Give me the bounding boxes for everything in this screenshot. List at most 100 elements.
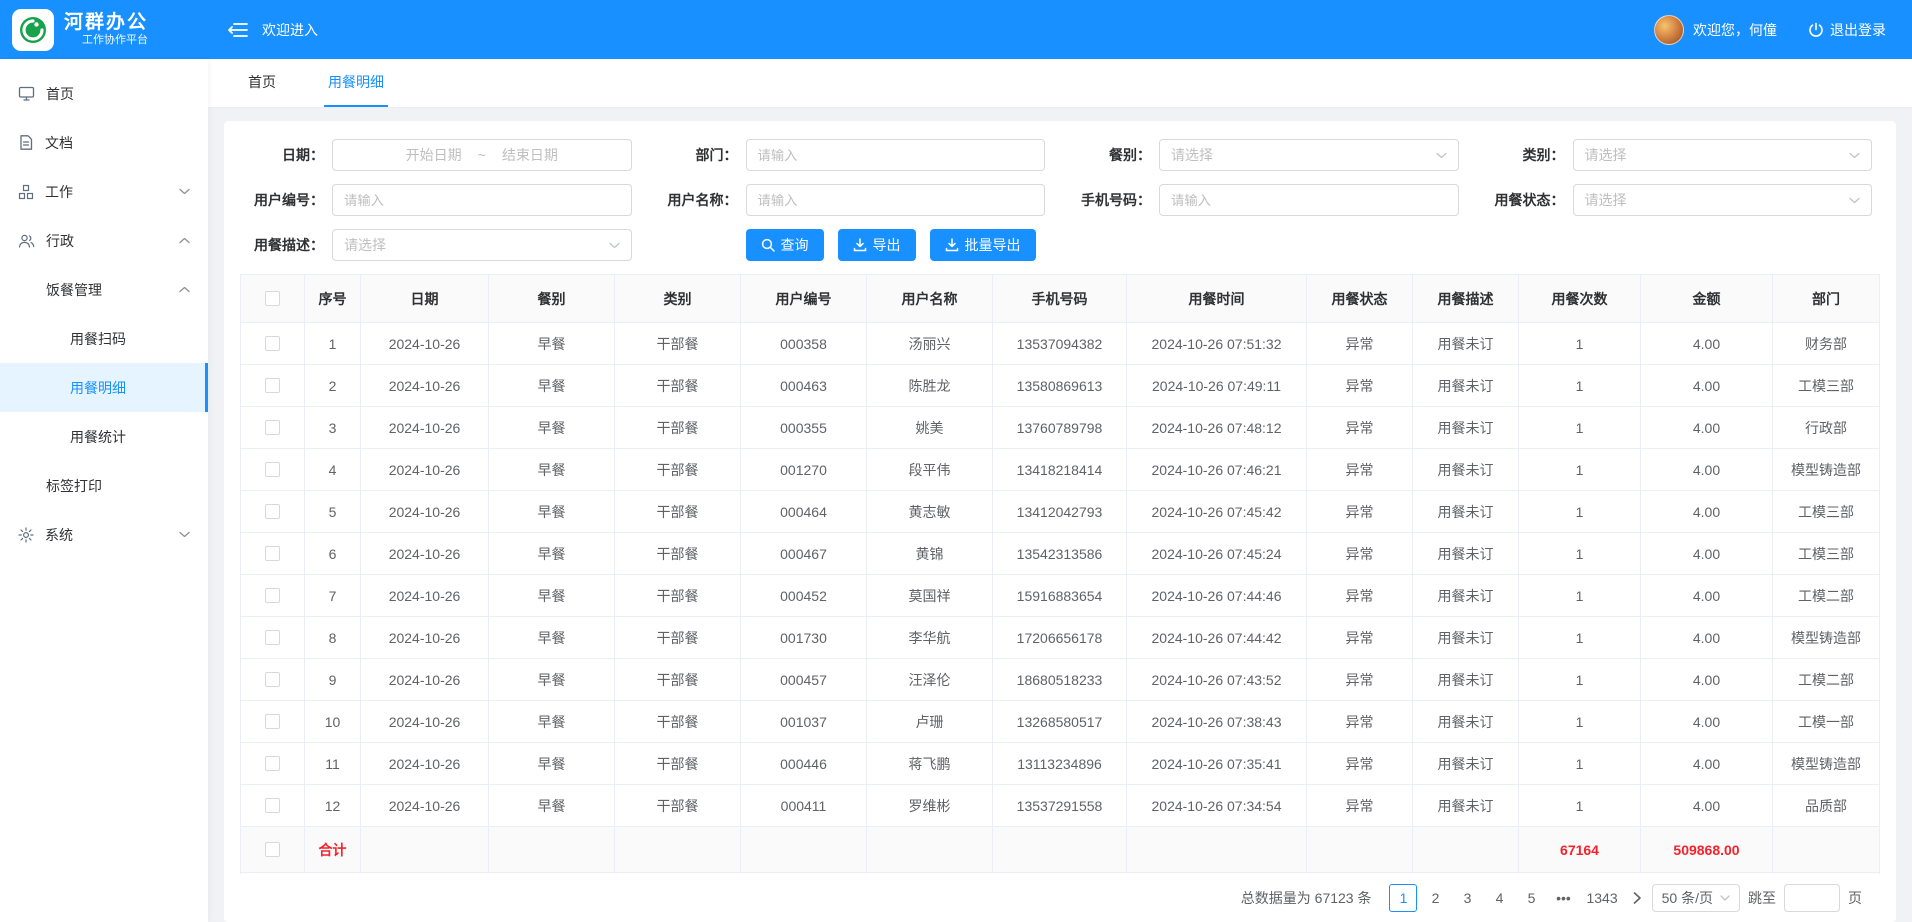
user-name-label: 用户名称： <box>662 190 746 210</box>
row-checkbox[interactable] <box>265 462 280 477</box>
cell-8: 异常 <box>1307 575 1413 616</box>
date-range-picker[interactable]: 开始日期 ~ 结束日期 <box>332 139 632 171</box>
page-button-1[interactable]: 1 <box>1389 884 1417 912</box>
cell-5: 姚美 <box>867 407 993 448</box>
column-header-11: 金额 <box>1641 275 1773 322</box>
pagination-total-text: 总数据量为 67123 条 <box>1241 888 1372 908</box>
user-no-field: 用户编号： <box>248 184 632 216</box>
chevron-down-icon <box>1436 152 1447 159</box>
user-avatar[interactable] <box>1654 15 1684 45</box>
cell-8: 异常 <box>1307 533 1413 574</box>
cell-2: 早餐 <box>489 449 615 490</box>
category-label: 类别： <box>1489 145 1573 165</box>
export-button[interactable]: 导出 <box>838 229 916 261</box>
date-range-field: 日期： 开始日期 ~ 结束日期 <box>248 139 632 171</box>
row-select-cell <box>241 365 305 406</box>
meal-desc-select[interactable]: 请选择 <box>332 229 632 261</box>
meal-type-select[interactable]: 请选择 <box>1159 139 1459 171</box>
sidebar-item-administration[interactable]: 行政 <box>0 216 208 265</box>
phone-input[interactable] <box>1159 184 1459 216</box>
table-row: 42024-10-26早餐干部餐001270段平伟134182184142024… <box>241 449 1879 491</box>
page-size-select[interactable]: 50 条/页 <box>1652 884 1740 912</box>
cell-9: 用餐未订 <box>1413 743 1519 784</box>
row-checkbox[interactable] <box>265 630 280 645</box>
cell-10: 1 <box>1519 449 1641 490</box>
total-row-checkbox[interactable] <box>265 842 280 857</box>
sidebar-item-work[interactable]: 工作 <box>0 167 208 216</box>
cell-4: 000464 <box>741 491 867 532</box>
category-select[interactable]: 请选择 <box>1573 139 1873 171</box>
page-button-4[interactable]: 4 <box>1485 884 1513 912</box>
row-checkbox[interactable] <box>265 546 280 561</box>
collapse-menu-icon[interactable] <box>228 22 248 38</box>
column-header-4: 用户编号 <box>741 275 867 322</box>
users-icon <box>18 233 35 249</box>
cell-6: 13580869613 <box>993 365 1127 406</box>
row-checkbox[interactable] <box>265 504 280 519</box>
sidebar-item-label: 系统 <box>45 525 73 545</box>
table-row: 92024-10-26早餐干部餐000457汪泽伦186805182332024… <box>241 659 1879 701</box>
page-button-5[interactable]: 5 <box>1517 884 1545 912</box>
row-checkbox[interactable] <box>265 756 280 771</box>
meal-details-card: 日期： 开始日期 ~ 结束日期 部门： 餐别： <box>224 121 1896 922</box>
sidebar-item-home[interactable]: 首页 <box>0 69 208 118</box>
sidebar-item-system[interactable]: 系统 <box>0 510 208 559</box>
cell-10: 1 <box>1519 407 1641 448</box>
tab-meal-details[interactable]: 用餐明细 <box>324 59 388 107</box>
table-header-row: 序号日期餐别类别用户编号用户名称手机号码用餐时间用餐状态用餐描述用餐次数金额部门 <box>241 275 1879 323</box>
batch-export-button[interactable]: 批量导出 <box>930 229 1036 261</box>
page-button-1343[interactable]: 1343 <box>1581 884 1622 912</box>
search-button[interactable]: 查询 <box>746 229 824 261</box>
row-checkbox[interactable] <box>265 420 280 435</box>
cell-4: 000467 <box>741 533 867 574</box>
logout-button[interactable]: 退出登录 <box>1808 20 1886 40</box>
row-checkbox[interactable] <box>265 672 280 687</box>
jump-unit: 页 <box>1848 888 1862 908</box>
user-name-input[interactable] <box>746 184 1046 216</box>
sidebar-item-meal-management[interactable]: 饭餐管理 <box>0 265 208 314</box>
brand: 河群办公 工作协作平台 <box>0 9 208 51</box>
cell-3: 干部餐 <box>615 533 741 574</box>
row-checkbox[interactable] <box>265 798 280 813</box>
cell-10: 1 <box>1519 785 1641 826</box>
cell-11: 4.00 <box>1641 617 1773 658</box>
meal-status-select[interactable]: 请选择 <box>1573 184 1873 216</box>
app-logo-icon <box>12 9 54 51</box>
next-page-button[interactable] <box>1631 892 1644 904</box>
sidebar-item-meal-details[interactable]: 用餐明细 <box>0 363 208 412</box>
cell-3: 干部餐 <box>615 449 741 490</box>
cell-4: 000452 <box>741 575 867 616</box>
cell-1: 2024-10-26 <box>361 407 489 448</box>
jump-page-input[interactable] <box>1784 884 1840 912</box>
sidebar-item-label-printing[interactable]: 标签打印 <box>0 461 208 510</box>
total-empty-cell <box>1413 827 1519 872</box>
jump-label: 跳至 <box>1748 888 1776 908</box>
monitor-icon <box>18 85 35 102</box>
page-button-2[interactable]: 2 <box>1421 884 1449 912</box>
cell-3: 干部餐 <box>615 659 741 700</box>
sidebar-item-meal-scan[interactable]: 用餐扫码 <box>0 314 208 363</box>
department-input[interactable] <box>746 139 1046 171</box>
select-all-checkbox[interactable] <box>265 291 280 306</box>
cell-8: 异常 <box>1307 617 1413 658</box>
column-header-1: 日期 <box>361 275 489 322</box>
sidebar-item-meal-statistics[interactable]: 用餐统计 <box>0 412 208 461</box>
date-separator: ~ <box>478 147 486 163</box>
total-empty-cell <box>489 827 615 872</box>
cell-7: 2024-10-26 07:34:54 <box>1127 785 1307 826</box>
user-no-input[interactable] <box>332 184 632 216</box>
row-checkbox[interactable] <box>265 588 280 603</box>
select-all-cell <box>241 275 305 322</box>
end-date-placeholder: 结束日期 <box>502 145 558 165</box>
page-ellipsis[interactable]: ••• <box>1549 884 1577 912</box>
sidebar-item-documents[interactable]: 文档 <box>0 118 208 167</box>
meal-status-label: 用餐状态： <box>1489 190 1573 210</box>
row-checkbox[interactable] <box>265 714 280 729</box>
row-checkbox[interactable] <box>265 378 280 393</box>
column-header-6: 手机号码 <box>993 275 1127 322</box>
page-button-3[interactable]: 3 <box>1453 884 1481 912</box>
sidebar-item-label: 标签打印 <box>46 476 102 496</box>
sidebar-item-label: 工作 <box>45 182 73 202</box>
row-checkbox[interactable] <box>265 336 280 351</box>
tab-home[interactable]: 首页 <box>244 59 280 107</box>
